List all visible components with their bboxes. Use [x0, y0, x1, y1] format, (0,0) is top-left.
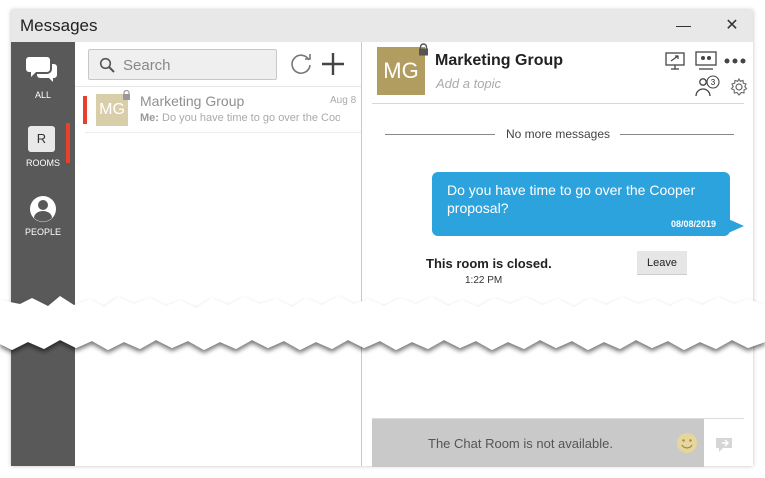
message-bubble: Do you have time to go over the Cooper p…	[432, 172, 730, 236]
rail-item-all[interactable]: ALL	[11, 50, 75, 114]
lock-icon	[419, 43, 428, 56]
header-divider	[372, 103, 744, 104]
lock-icon	[123, 90, 130, 100]
composer-disabled-bar: The Chat Room is not available.	[372, 419, 704, 467]
chat-bubbles-icon	[26, 57, 57, 82]
participant-count: 3	[711, 78, 716, 87]
divider-line	[620, 134, 734, 135]
title-bar: Messages ✕	[11, 10, 753, 42]
rail-label-all: ALL	[34, 90, 51, 100]
no-more-messages: No more messages	[505, 127, 611, 141]
topic-field[interactable]: Add a topic	[436, 76, 501, 91]
chat-unavailable-text: The Chat Room is not available.	[428, 436, 613, 451]
preview-sender: Me:	[140, 112, 159, 124]
divider-line	[385, 134, 495, 135]
search-icon	[99, 57, 115, 73]
refresh-icon[interactable]	[288, 51, 314, 77]
participants-icon[interactable]: 3	[695, 75, 721, 97]
search-input[interactable]	[123, 56, 263, 74]
message-text: Do you have time to go over the Cooper p…	[447, 182, 696, 216]
list-item[interactable]: MG Marketing Group Aug 8 Me: Do you have…	[75, 88, 361, 132]
list-divider	[75, 86, 361, 87]
item-divider	[85, 132, 361, 133]
message-date: 08/08/2019	[670, 219, 716, 229]
conversation-list: MG Marketing Group Aug 8 Me: Do you have…	[75, 42, 361, 466]
preview-text: Do you have time to go over the Cooper p…	[162, 112, 340, 124]
conversation-preview: Me: Do you have time to go over the Coop…	[140, 112, 340, 124]
rail-label-people: PEOPLE	[24, 227, 62, 237]
person-icon	[30, 196, 56, 222]
room-title: Marketing Group	[435, 52, 564, 69]
video-conference-icon[interactable]	[695, 51, 717, 71]
leave-button[interactable]: Leave	[637, 251, 687, 275]
navigation-rail: ALL R ROOMS PEOPLE	[11, 42, 75, 466]
room-box-icon: R	[28, 126, 55, 152]
conversation-name: Marketing Group	[140, 93, 245, 109]
chat-pane: MG Marketing Group Add a topic 3 No more…	[362, 42, 753, 467]
more-options-icon[interactable]	[724, 58, 746, 64]
screen-share-icon[interactable]	[665, 52, 685, 70]
search-box[interactable]	[88, 49, 277, 80]
unread-indicator	[83, 96, 87, 124]
rooms-active-indicator	[66, 123, 70, 163]
window-title: Messages	[20, 16, 98, 35]
conversation-date: Aug 8	[330, 95, 357, 106]
gear-icon[interactable]	[730, 78, 748, 96]
emoji-icon[interactable]	[676, 432, 698, 454]
add-icon[interactable]	[320, 51, 346, 77]
close-button[interactable]: ✕	[719, 14, 745, 38]
bubble-tail	[726, 218, 744, 234]
minimize-button[interactable]	[671, 14, 697, 38]
rail-item-people[interactable]: PEOPLE	[11, 192, 75, 256]
messages-window: Messages ✕ ALL R ROOMS PEOPLE Search MG …	[11, 10, 753, 467]
send-message-icon[interactable]	[714, 436, 734, 454]
room-closed-notice: This room is closed.	[426, 256, 552, 271]
room-closed-time: 1:22 PM	[465, 275, 503, 286]
